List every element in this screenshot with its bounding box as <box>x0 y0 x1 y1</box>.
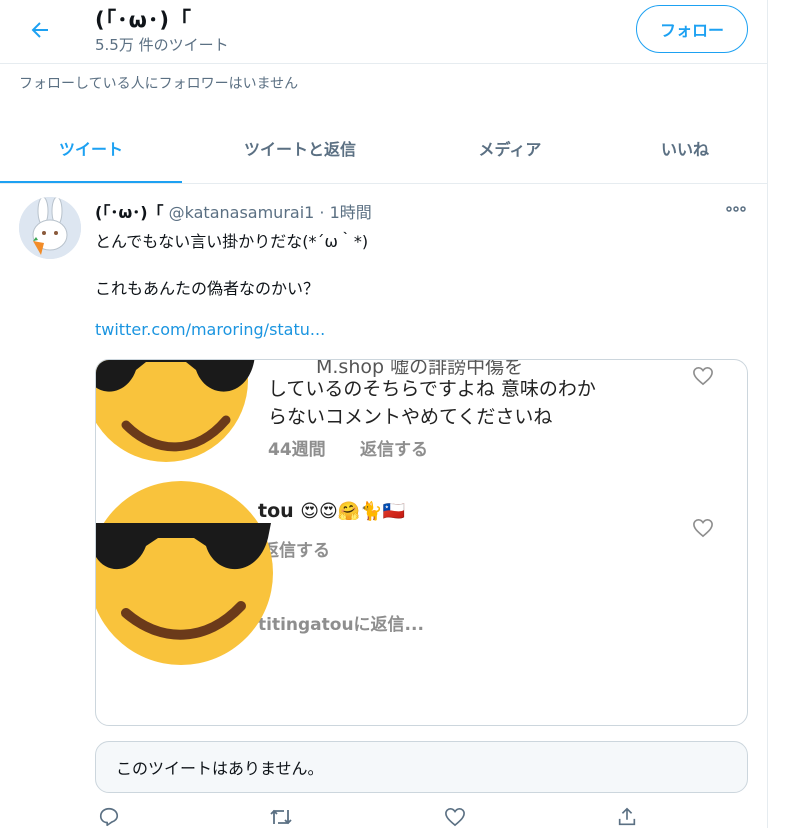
tab-tweets-and-replies-label: ツイートと返信 <box>243 140 356 159</box>
profile-name: (「･ω･)「 <box>95 8 192 32</box>
tab-tweets-and-replies[interactable]: ツイートと返信 <box>200 112 400 184</box>
retweet-button[interactable] <box>268 806 294 828</box>
heart-icon <box>693 518 713 538</box>
tweet-more-button[interactable] <box>722 198 750 220</box>
retweet-icon <box>270 809 292 825</box>
tweet-time[interactable]: 1時間 <box>330 203 372 222</box>
more-icon <box>726 206 746 212</box>
tweet-header: (「･ω･)「 @katanasamurai1 · 1時間 <box>95 199 372 223</box>
back-button[interactable] <box>22 12 58 48</box>
reply-icon <box>99 807 119 827</box>
tab-media-label: メディア <box>478 140 542 159</box>
reply-button[interactable] <box>96 806 122 828</box>
tab-tweets[interactable]: ツイート <box>0 112 182 184</box>
dot-separator: · <box>319 203 330 222</box>
tab-likes-label: いいね <box>660 140 709 159</box>
tweet-media-image[interactable]: M.shop 嘘の誹謗中傷を しているのそちらですよね 意味のわか らないコメン… <box>95 359 748 726</box>
share-icon <box>618 807 636 826</box>
heart-icon <box>693 366 713 386</box>
tweet-author[interactable]: (「･ω･)「 <box>95 203 164 222</box>
tweet-text-line-2: これもあんたの偽者なのかい？ <box>95 279 320 298</box>
media-reply-link-1: 返信する <box>360 440 428 460</box>
share-button[interactable] <box>614 806 640 828</box>
tweet-link[interactable]: twitter.com/maroring/statu... <box>95 320 325 339</box>
tweet-count: 5.5万 件のツイート <box>95 36 229 54</box>
media-comment-time: 44週間 <box>268 440 326 460</box>
rabbit-avatar-image <box>19 197 81 259</box>
quoted-tweet-unavailable[interactable]: このツイートはありません。 <box>95 741 748 793</box>
like-button[interactable] <box>442 806 468 828</box>
followers-note: フォローしている人にフォロワーはいません <box>19 76 299 92</box>
emoji-icons: 😍😍🤗🐈🇨🇱 <box>300 501 406 522</box>
profile-header: (「･ω･)「 5.5万 件のツイート フォロー <box>0 0 768 64</box>
tab-likes[interactable]: いいね <box>610 112 760 184</box>
tweet-text-line-1: とんでもない言い掛かりだな(*´ω｀*) <box>95 232 369 251</box>
profile-tabs: ツイート ツイートと返信 メディア いいね <box>0 112 768 184</box>
avatar[interactable] <box>19 197 81 259</box>
tabs-divider <box>0 183 768 184</box>
media-reply-to: titingatouに返信... <box>258 615 424 635</box>
tab-media[interactable]: メディア <box>420 112 600 184</box>
sunglasses-emoji-icon <box>96 360 255 462</box>
media-comment-line-1: しているのそちらですよね 意味のわか <box>268 378 596 400</box>
header-divider <box>0 63 768 64</box>
back-arrow-icon <box>31 22 48 38</box>
like-icon <box>445 807 465 827</box>
follow-button[interactable]: フォロー <box>636 5 748 53</box>
timeline-column: (「･ω･)「 5.5万 件のツイート フォロー フォローしている人にフォロワー… <box>0 0 768 828</box>
sunglasses-emoji-icon <box>96 481 273 665</box>
media-comment-line-2: らないコメントやめてくださいね <box>268 406 553 428</box>
tab-tweets-label: ツイート <box>58 140 123 159</box>
tweet-handle[interactable]: @katanasamurai1 <box>169 203 315 222</box>
